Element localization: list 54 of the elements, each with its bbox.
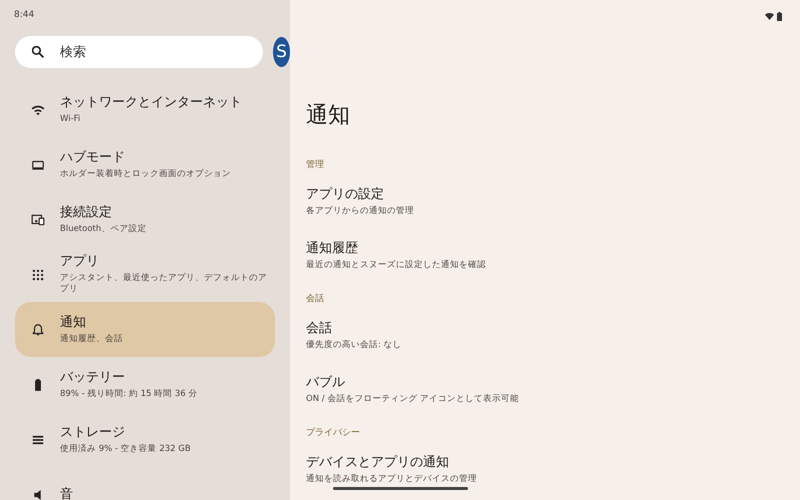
item-subtitle: アシスタント、最近使ったアプリ、デフォルトのアプリ bbox=[60, 273, 268, 295]
settings-item[interactable]: バブル ON / 会話をフローティング アイコンとして表示可能 bbox=[306, 372, 800, 426]
sidebar-item[interactable]: 接続設定 Bluetooth、ペア設定 bbox=[15, 192, 275, 247]
section-header: 管理 bbox=[306, 158, 325, 172]
item-subtitle: 最近の通知とスヌーズに設定した通知を確認 bbox=[306, 260, 487, 271]
settings-item[interactable]: 通知履歴 最近の通知とスヌーズに設定した通知を確認 bbox=[306, 238, 800, 292]
item-subtitle: 各アプリからの通知の管理 bbox=[306, 206, 415, 217]
item-title: ネットワークとインターネット bbox=[60, 94, 242, 110]
gesture-handle[interactable] bbox=[333, 487, 468, 490]
item-title: ストレージ bbox=[60, 424, 126, 440]
sidebar-item[interactable]: アプリ アシスタント、最近使ったアプリ、デフォルトのアプリ bbox=[15, 247, 275, 302]
item-title: デバイスとアプリの通知 bbox=[306, 455, 450, 471]
item-title: 接続設定 bbox=[60, 204, 113, 220]
sidebar-item[interactable]: バッテリー 89% - 残り時間: 約 15 時間 36 分 bbox=[15, 357, 275, 412]
item-subtitle: 通知を読み取れるアプリとデバイスの管理 bbox=[306, 474, 478, 485]
item-subtitle: 89% - 残り時間: 約 15 時間 36 分 bbox=[60, 388, 198, 400]
sidebar-item[interactable]: 通知 通知履歴、会話 bbox=[15, 302, 275, 357]
item-title: 会話 bbox=[306, 321, 333, 337]
item-subtitle: 通知履歴、会話 bbox=[60, 334, 123, 344]
sidebar-item[interactable]: ネットワークとインターネット Wi-Fi bbox=[15, 82, 275, 137]
page-title: 通知 bbox=[306, 102, 351, 130]
sidebar-item[interactable]: ハブモード ホルダー装着時とロック画面のオプション bbox=[15, 137, 275, 192]
settings-item[interactable]: アプリの設定 各アプリからの通知の管理 bbox=[306, 184, 800, 238]
wifi-icon bbox=[30, 102, 44, 116]
item-subtitle: ON / 会話をフローティング アイコンとして表示可能 bbox=[306, 394, 520, 405]
item-title: 通知 bbox=[60, 314, 87, 330]
sidebar-item[interactable]: ストレージ 使用済み 9% - 空き容量 232 GB bbox=[15, 412, 275, 467]
item-title: バブル bbox=[306, 375, 346, 391]
speaker-icon bbox=[34, 490, 41, 500]
item-subtitle: 使用済み 9% - 空き容量 232 GB bbox=[60, 444, 191, 454]
item-title: バッテリー bbox=[60, 370, 126, 386]
item-subtitle: Wi-Fi bbox=[60, 114, 82, 124]
grid-icon bbox=[30, 268, 44, 282]
wifi-icon bbox=[765, 12, 774, 20]
item-title: 通知履歴 bbox=[306, 241, 359, 257]
item-title: アプリの設定 bbox=[306, 187, 385, 203]
status-time: 8:44 bbox=[14, 10, 34, 20]
bell-icon bbox=[30, 322, 44, 336]
item-title: ハブモード bbox=[60, 150, 126, 166]
item-subtitle: 優先度の高い会話: なし bbox=[306, 340, 403, 351]
account-avatar[interactable]: S bbox=[273, 37, 290, 67]
item-subtitle: Bluetooth、ペア設定 bbox=[60, 224, 146, 234]
item-subtitle: ホルダー装着時とロック画面のオプション bbox=[60, 168, 231, 180]
battery-icon bbox=[777, 12, 782, 21]
section-header: 会話 bbox=[306, 292, 325, 306]
sidebar-item[interactable]: 音 bbox=[15, 467, 275, 500]
section-header: プライバシー bbox=[306, 426, 361, 440]
item-title: アプリ bbox=[60, 254, 100, 270]
item-title: 音 bbox=[60, 486, 73, 500]
search-field[interactable]: 検索 bbox=[15, 36, 263, 68]
devices-icon bbox=[30, 212, 44, 226]
settings-item[interactable]: 会話 優先度の高い会話: なし bbox=[306, 318, 800, 372]
search-icon bbox=[32, 46, 44, 58]
settings-item[interactable]: デバイスとアプリの通知 通知を読み取れるアプリとデバイスの管理 bbox=[306, 452, 800, 500]
